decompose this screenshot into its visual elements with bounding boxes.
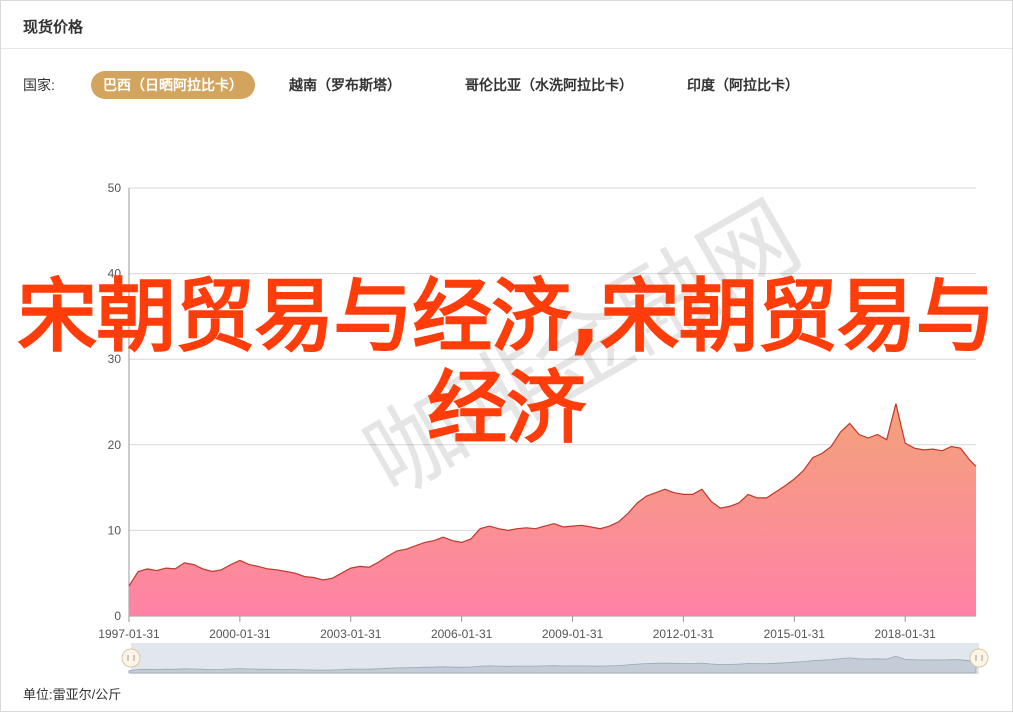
x-axis: 1997-01-31 2000-01-31 2003-01-31 2006-01-31… (98, 616, 936, 641)
range-navigator[interactable] (121, 643, 989, 674)
navigator-left-handle[interactable] (121, 648, 141, 668)
x-tick-label: 2009-01-31 (542, 627, 604, 641)
x-tick-label: 1997-01-31 (98, 627, 160, 641)
navigator-right-handle[interactable] (969, 648, 989, 668)
x-tick-label: 2006-01-31 (431, 627, 493, 641)
x-tick-label: 2000-01-31 (209, 627, 271, 641)
y-tick-label: 50 (108, 181, 122, 195)
spot-price-panel: 现货价格 国家: 巴西（日晒阿拉比卡） 越南（罗布斯塔） 哥伦比亚（水洗阿拉比卡… (0, 0, 1013, 712)
y-tick-label: 10 (108, 523, 122, 537)
unit-label: 单位: (23, 687, 53, 702)
unit-note: 单位:雷亚尔/公斤 (23, 684, 121, 703)
x-tick-label: 2003-01-31 (320, 627, 382, 641)
unit-value: 雷亚尔/公斤 (52, 687, 122, 702)
y-tick-label: 0 (114, 609, 121, 623)
x-tick-label: 2015-01-31 (764, 627, 826, 641)
x-tick-label: 2012-01-31 (653, 627, 715, 641)
x-tick-label: 2018-01-31 (874, 627, 936, 641)
overlay-title: 宋朝贸易与经济,宋朝贸易与经济 (17, 270, 995, 455)
